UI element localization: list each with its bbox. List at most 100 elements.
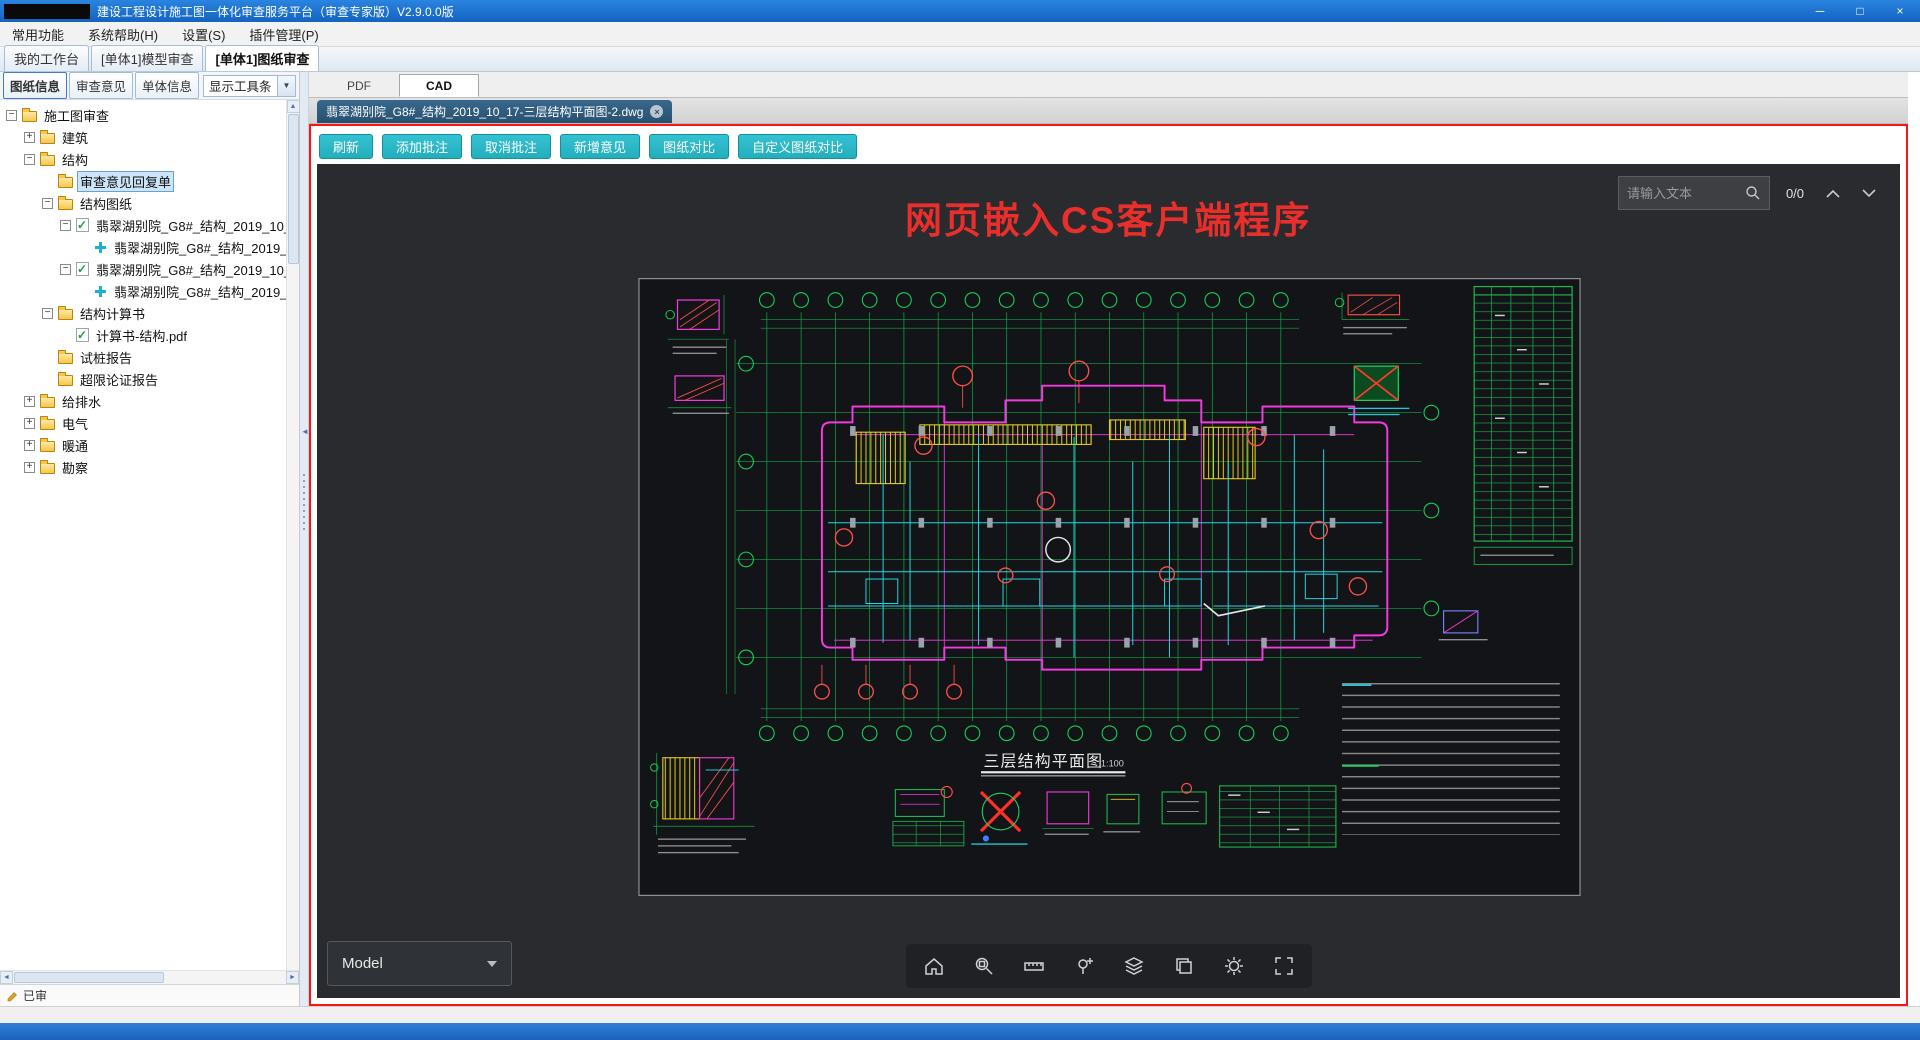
tree-collapse-icon[interactable]	[42, 197, 53, 209]
menu-settings[interactable]: 设置(S)	[170, 22, 237, 46]
drawing-scale: 1:100	[1101, 758, 1124, 768]
home-view-button[interactable]	[916, 948, 952, 984]
folder-icon	[58, 371, 73, 386]
cad-toolbar: 刷新 添加批注 取消批注 新增意见 图纸对比 自定义图纸对比	[317, 131, 1900, 161]
vertical-scroll-thumb[interactable]	[287, 114, 299, 264]
tree-collapse-icon[interactable]	[24, 153, 35, 165]
tree-collapse-icon[interactable]	[60, 219, 71, 231]
sidebar-tab-review-opinion[interactable]: 审查意见	[69, 72, 134, 99]
tab-drawing-review[interactable]: [单体1]图纸审查	[205, 45, 320, 71]
cancel-annotation-button[interactable]: 取消批注	[471, 133, 552, 159]
cad-canvas[interactable]: 网页嵌入CS客户端程序 0/0	[317, 164, 1900, 998]
add-marker-button[interactable]	[1066, 948, 1102, 984]
scroll-right-icon[interactable]: ►	[286, 971, 299, 984]
tree-item[interactable]: 翡翠湖别院_G8#_结构_2019_10_17-三	[0, 214, 286, 236]
tab-my-workbench[interactable]: 我的工作台	[4, 45, 90, 71]
tree-expand-icon[interactable]	[24, 461, 35, 473]
tree-item[interactable]: 施工图审查	[0, 104, 286, 126]
map-pin-plus-icon	[1077, 958, 1093, 974]
content-area: 图纸信息 审查意见 单体信息 显示工具条 ▼ 施工图审查 建筑	[0, 72, 1920, 1006]
sidebar-tab-unit-info[interactable]: 单体信息	[135, 72, 200, 99]
tree-item[interactable]: 电气	[0, 412, 286, 434]
tree-item[interactable]: 审查意见回复单	[0, 170, 286, 192]
tab-pdf[interactable]: PDF	[319, 74, 399, 97]
folder-icon	[40, 437, 55, 452]
drawing-sheet[interactable]: 三层结构平面图 1:100	[638, 278, 1581, 901]
window-statusbar	[0, 1006, 1920, 1023]
panel-splitter[interactable]: ◄	[300, 72, 309, 1006]
chevron-down-icon[interactable]: ▼	[277, 75, 295, 96]
folder-icon	[22, 107, 37, 122]
folder-icon	[40, 129, 55, 144]
tree-collapse-icon[interactable]	[60, 263, 71, 275]
settings-button[interactable]	[1216, 948, 1252, 984]
folder-icon	[58, 305, 73, 320]
custom-drawing-compare-button[interactable]: 自定义图纸对比	[738, 133, 858, 159]
tree-item[interactable]: 建筑	[0, 126, 286, 148]
checked-doc-icon	[76, 218, 89, 232]
tree-item[interactable]: 翡翠湖别院_G8#_结构_2019_10_17-[	[0, 258, 286, 280]
menu-common-functions[interactable]: 常用功能	[0, 22, 76, 46]
tree-item[interactable]: 给排水	[0, 390, 286, 412]
scroll-up-icon[interactable]: ▲	[286, 100, 299, 113]
folder-icon	[40, 151, 55, 166]
document-type-tabs: PDF CAD	[309, 72, 1908, 98]
layers-button[interactable]	[1116, 948, 1152, 984]
file-tab-dwg[interactable]: 翡翠湖别院_G8#_结构_2019_10_17-三层结构平面图-2.dwg ×	[317, 100, 673, 123]
tree-item[interactable]: 翡翠湖别院_G8#_结构_2019_10_1	[0, 280, 286, 302]
search-icon[interactable]	[1745, 185, 1761, 201]
tree-item[interactable]: 试桩报告	[0, 346, 286, 368]
minimize-button[interactable]: ─	[1800, 0, 1840, 22]
new-opinion-button[interactable]: 新增意见	[560, 133, 641, 159]
tree-item[interactable]: 结构	[0, 148, 286, 170]
app-logo	[4, 3, 90, 19]
review-status-label: 已审	[23, 989, 48, 1003]
measure-button[interactable]	[1016, 948, 1052, 984]
tree-wrap: 施工图审查 建筑 结构 审查意见回复单	[0, 100, 299, 970]
search-prev-button[interactable]	[1820, 178, 1846, 208]
refresh-button[interactable]: 刷新	[319, 133, 374, 159]
tab-model-review[interactable]: [单体1]模型审查	[91, 45, 204, 71]
chevron-up-icon	[1826, 189, 1840, 198]
close-button[interactable]: ×	[1880, 0, 1920, 22]
horizontal-scroll-thumb[interactable]	[14, 972, 164, 983]
tree-collapse-icon[interactable]	[6, 109, 17, 121]
tree-expand-icon[interactable]	[24, 131, 35, 143]
scroll-left-icon[interactable]: ◄	[0, 971, 13, 984]
maximize-button[interactable]: □	[1840, 0, 1880, 22]
tree-item[interactable]: 超限论证报告	[0, 368, 286, 390]
tree-collapse-icon[interactable]	[42, 307, 53, 319]
tree-expand-icon[interactable]	[24, 439, 35, 451]
tree-horizontal-scrollbar[interactable]: ◄ ►	[0, 970, 299, 984]
menu-system-help[interactable]: 系统帮助(H)	[76, 22, 170, 46]
folder-icon	[58, 349, 73, 364]
tab-cad[interactable]: CAD	[399, 74, 479, 97]
add-annotation-button[interactable]: 添加批注	[382, 133, 463, 159]
search-input[interactable]	[1627, 185, 1745, 201]
layout-selector[interactable]: Model	[327, 941, 512, 986]
window-controls: ─ □ ×	[1800, 0, 1920, 22]
tree-item[interactable]: 翡翠湖别院_G8#_结构_2019_10_1	[0, 236, 286, 258]
sidebar: 图纸信息 审查意见 单体信息 显示工具条 ▼ 施工图审查 建筑	[0, 72, 300, 1006]
toolbar-display-select[interactable]: 显示工具条 ▼	[203, 74, 296, 97]
sheets-button[interactable]	[1166, 948, 1202, 984]
search-next-button[interactable]	[1856, 178, 1882, 208]
menu-plugin-manager[interactable]: 插件管理(P)	[237, 22, 330, 46]
splitter-handle-icon[interactable]	[303, 473, 305, 532]
splitter-collapse-icon[interactable]: ◄	[301, 427, 309, 436]
tree-item[interactable]: 结构图纸	[0, 192, 286, 214]
fullscreen-button[interactable]	[1266, 948, 1302, 984]
tree-vertical-scrollbar[interactable]: ▲	[286, 100, 299, 970]
search-box[interactable]	[1618, 176, 1770, 210]
close-file-icon[interactable]: ×	[650, 105, 664, 118]
drawing-compare-button[interactable]: 图纸对比	[649, 133, 730, 159]
tree-expand-icon[interactable]	[24, 417, 35, 429]
sidebar-tab-drawing-info[interactable]: 图纸信息	[3, 72, 68, 99]
tree-item[interactable]: 结构计算书	[0, 302, 286, 324]
zoom-window-button[interactable]	[966, 948, 1002, 984]
tree-expand-icon[interactable]	[24, 395, 35, 407]
tree-item[interactable]: 计算书-结构.pdf	[0, 324, 286, 346]
general-notes	[1342, 678, 1575, 835]
tree-item[interactable]: 勘察	[0, 456, 286, 478]
tree-item[interactable]: 暖通	[0, 434, 286, 456]
